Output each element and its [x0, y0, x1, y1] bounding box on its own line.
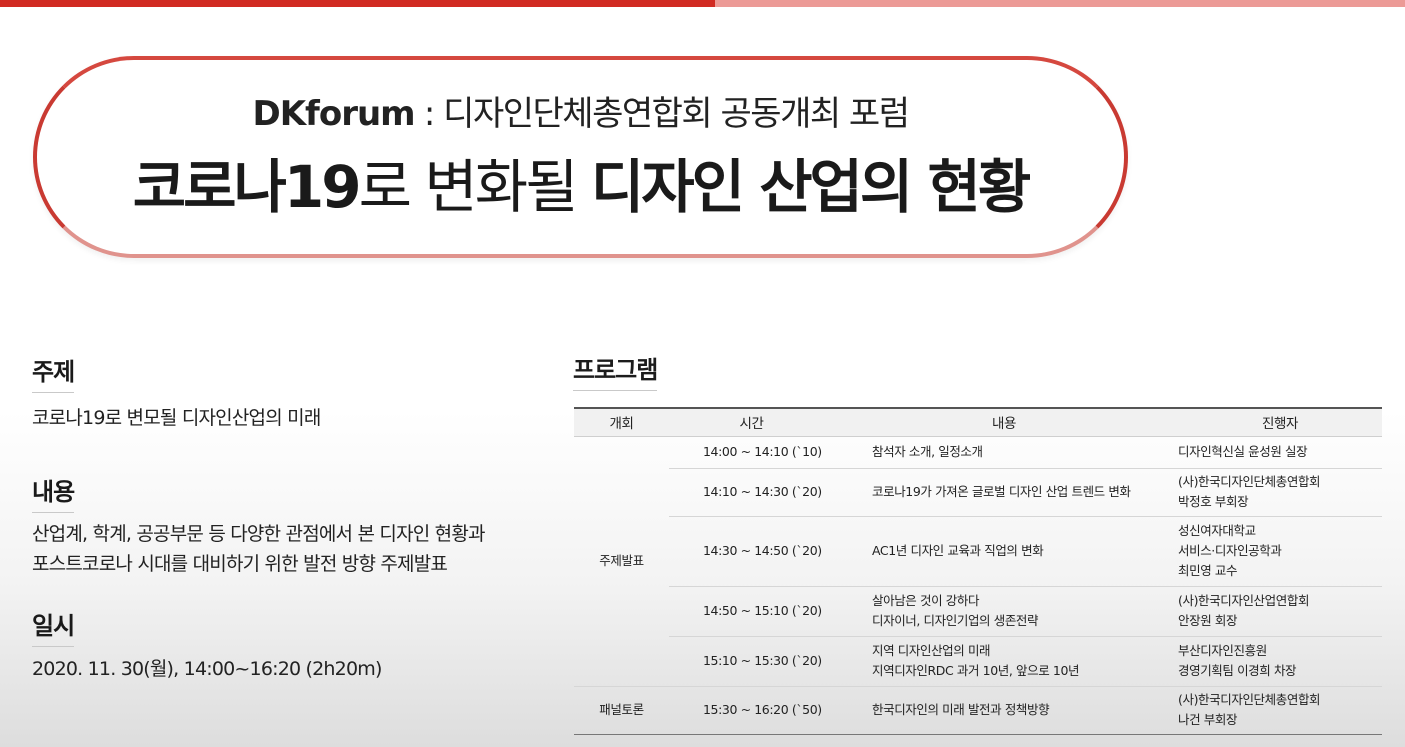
program-heading: 프로그램 — [573, 350, 658, 391]
session-panel-cell: 패널토론 — [574, 686, 669, 735]
content-heading: 내용 — [32, 472, 75, 513]
forum-subtitle: DKforum : 디자인단체총연합회 공동개최 포럼 — [252, 94, 910, 134]
table-row: 14:50 ~ 15:10 (`20) 살아남은 것이 강하다 디자이너, 디자인… — [574, 586, 1382, 637]
session-main-cell: 주제발표 — [574, 436, 669, 687]
program-table: 개회 시간 내용 진행자 주제발표 14:00 ~ 14:10 (`10) 참석… — [574, 407, 1382, 735]
table-row: 15:10 ~ 15:30 (`20) 지역 디자인산업의 미래 지역디자인RDC… — [574, 636, 1382, 687]
col-header-host: 진행자 — [1174, 407, 1382, 437]
content-text: 산업계, 학계, 공공부문 등 다양한 관점에서 본 디자인 현황과 포스트코로… — [32, 523, 486, 575]
datetime-text: 2020. 11. 30(월), 14:00~16:20 (2h20m) — [32, 658, 382, 680]
top-accent-bar-red — [0, 0, 715, 7]
table-row: 패널토론 15:30 ~ 16:20 (`50) 한국디자인의 미래 발전과 정… — [574, 686, 1382, 735]
col-header-content: 내용 — [834, 407, 1174, 437]
brand-name: DKforum — [252, 94, 415, 134]
datetime-heading: 일시 — [32, 606, 75, 647]
main-title: 코로나19로 변화될 디자인 산업의 현황 — [132, 153, 1031, 221]
table-row: 주제발표 14:00 ~ 14:10 (`10) 참석자 소개, 일정소개 디자… — [574, 436, 1382, 687]
topic-text: 코로나19로 변모될 디자인산업의 미래 — [32, 407, 321, 429]
table-row: 14:10 ~ 14:30 (`20) 코로나19가 가져온 글로벌 디자인 산… — [574, 468, 1382, 517]
top-accent-bar-pink — [715, 0, 1405, 7]
col-header-session: 개회 — [574, 407, 669, 437]
program-header-row: 개회 시간 내용 진행자 — [574, 407, 1382, 437]
col-header-time: 시간 — [669, 407, 834, 437]
table-row: 14:30 ~ 14:50 (`20) AC1년 디자인 교육과 직업의 변화 … — [574, 516, 1382, 587]
topic-heading: 주제 — [32, 352, 75, 393]
